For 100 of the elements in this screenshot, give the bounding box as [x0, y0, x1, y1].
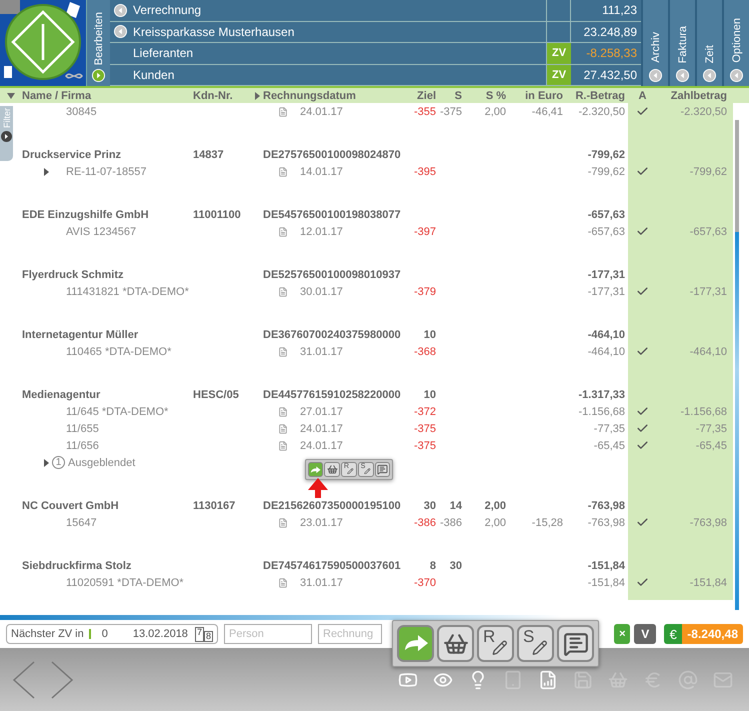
next-direct-debit-field[interactable]: Nächster ZV in 0 13.02.2018 7 8 [6, 624, 218, 644]
letter-label: S [522, 628, 534, 646]
table-cell-text: 2,00 [484, 516, 506, 528]
forward-arrow-icon [310, 466, 321, 474]
account-label[interactable]: Verrechnung [133, 3, 202, 18]
side-tab[interactable]: Zeit [704, 44, 716, 63]
back-icon[interactable] [114, 25, 127, 38]
column-header[interactable]: in Euro [525, 90, 563, 102]
table-cell-text: -799,62 [586, 166, 625, 178]
account-label[interactable]: Lieferanten [133, 46, 194, 60]
column-header[interactable]: Ziel [417, 90, 436, 102]
table-cell-text: -464,10 [586, 346, 625, 358]
invoice-reference: 11/655 [66, 422, 99, 434]
column-header[interactable]: R.-Betrag [575, 90, 625, 102]
column-header[interactable]: Rechnungsdatum [263, 90, 356, 102]
table-cell-text: -368 [412, 346, 436, 358]
close-button[interactable]: × [614, 624, 630, 644]
table-cell-text: -375 [412, 422, 436, 434]
column-header[interactable]: S % [486, 90, 506, 102]
table-cell-text: -1.156,68 [680, 406, 727, 418]
back-icon[interactable] [676, 69, 689, 82]
table-cell-text: -395 [412, 166, 436, 178]
check-icon[interactable] [636, 405, 649, 418]
document-icon[interactable] [278, 166, 288, 176]
document-icon[interactable] [278, 406, 288, 416]
check-icon[interactable] [636, 285, 649, 298]
check-icon[interactable] [636, 225, 649, 238]
document-icon[interactable] [278, 578, 288, 588]
expand-icon[interactable] [44, 168, 49, 176]
column-header[interactable]: A [638, 90, 646, 102]
v-button[interactable]: V [634, 624, 656, 644]
report-icon[interactable] [538, 670, 558, 690]
table-cell-text: -372 [412, 406, 436, 418]
table-cell-text: -379 [412, 286, 436, 298]
collapse-icon[interactable] [7, 92, 15, 98]
check-icon[interactable] [636, 516, 649, 529]
check-icon[interactable] [636, 165, 649, 178]
action-button[interactable] [308, 462, 324, 478]
action-button[interactable] [324, 462, 340, 478]
document-icon[interactable] [278, 106, 288, 116]
table-cell-text: Druckservice Prinz [22, 148, 122, 160]
document-icon[interactable] [278, 346, 288, 356]
total-amount: € -8.240,48 [664, 624, 743, 644]
table-cell-text: -657,63 [688, 226, 727, 238]
action-button[interactable] [374, 462, 390, 478]
table-cell-text: -386 [438, 516, 462, 528]
person-field[interactable]: Person [224, 624, 312, 644]
document-icon[interactable] [278, 286, 288, 296]
back-icon[interactable] [703, 69, 716, 82]
table-cell-text: -763,98 [688, 516, 727, 528]
invoice-reference: 110465 *DTA-DEMO* [66, 346, 172, 358]
check-icon[interactable] [636, 422, 649, 435]
hidden-rows-label[interactable]: Ausgeblendet [68, 456, 136, 468]
invoice-field[interactable]: Rechnung [318, 624, 382, 644]
table-cell: 31.01.17 [300, 576, 343, 588]
document-icon[interactable] [278, 518, 288, 528]
action-button[interactable] [397, 625, 434, 662]
zv-badge[interactable]: ZV [547, 64, 571, 85]
forward-icon[interactable] [92, 69, 105, 82]
back-icon[interactable] [649, 69, 662, 82]
account-label[interactable]: Kreissparkasse Musterhausen [133, 24, 294, 39]
invoice-reference: 111431821 *DTA-DEMO* [66, 286, 189, 298]
column-header[interactable]: S [454, 90, 462, 102]
check-icon[interactable] [636, 439, 649, 452]
pencil-icon [347, 468, 354, 474]
action-button[interactable] [557, 625, 594, 662]
account-label[interactable]: Kunden [133, 68, 174, 82]
table-cell-text: -657,63 [586, 208, 625, 220]
action-button[interactable] [437, 625, 474, 662]
check-icon[interactable] [636, 345, 649, 358]
side-tab[interactable]: Faktura [676, 26, 688, 63]
action-button[interactable]: R [477, 625, 514, 662]
expand-icon[interactable] [1, 131, 12, 142]
sort-icon[interactable] [255, 92, 260, 100]
back-icon[interactable] [730, 69, 743, 82]
scrollbar[interactable] [735, 120, 739, 610]
column-header[interactable]: Zahlbetrag [670, 90, 727, 102]
table-cell: 14.01.17 [300, 166, 343, 178]
table-cell: 27.01.17 [300, 406, 343, 418]
table-cell: DE21562607350000195100 [263, 500, 401, 512]
table-cell-text: -464,10 [688, 346, 727, 358]
expand-icon[interactable] [44, 458, 49, 466]
action-button[interactable]: S [517, 625, 554, 662]
table-cell-text: 14 [448, 500, 462, 512]
check-icon[interactable] [636, 105, 649, 118]
column-header[interactable]: Kdn-Nr. [193, 90, 233, 102]
check-icon[interactable] [636, 576, 649, 589]
document-icon[interactable] [278, 440, 288, 450]
table-cell: DE27576500100098024870 [263, 148, 401, 160]
side-tab[interactable]: Archiv [650, 32, 662, 63]
pointer-arrow [308, 478, 328, 498]
table-cell-text: -763,98 [586, 500, 625, 512]
zv-badge[interactable]: ZV [547, 43, 571, 64]
table-cell-text: -77,35 [592, 422, 625, 434]
table-cell-text: -77,35 [694, 422, 727, 434]
column-header[interactable]: Name / Firma [22, 90, 92, 102]
back-icon[interactable] [114, 4, 127, 17]
table-cell-text: Siebdruckfirma Stolz [22, 560, 132, 572]
document-icon[interactable] [278, 424, 288, 434]
document-icon[interactable] [278, 226, 288, 236]
